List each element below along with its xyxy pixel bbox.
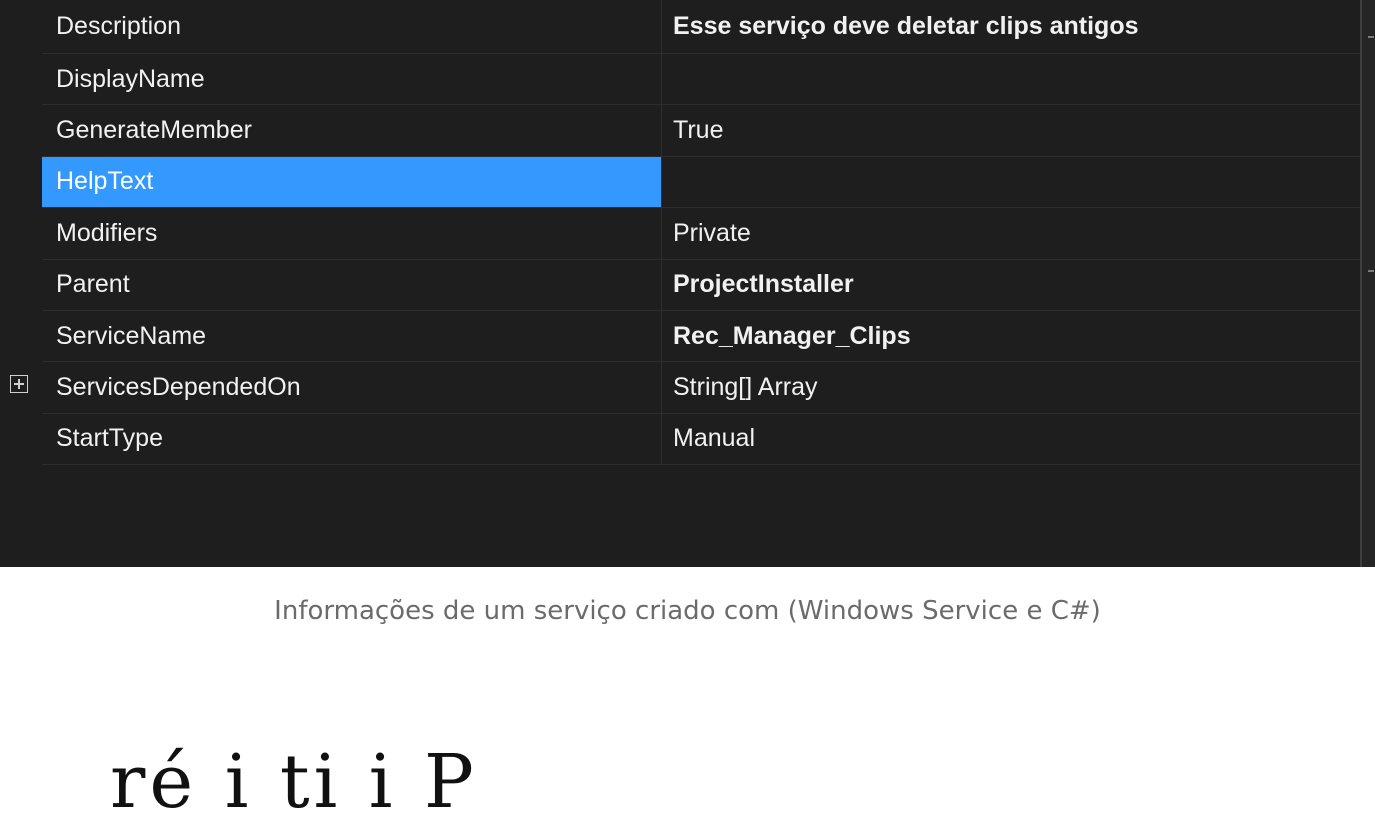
property-name: ServicesDependedOn: [42, 362, 662, 413]
property-name-selected: HelpText: [42, 156, 662, 208]
scrollbar-tick: [1368, 36, 1374, 38]
plus-box-icon[interactable]: [10, 375, 28, 393]
property-value[interactable]: [663, 157, 1360, 207]
property-row-modifiers[interactable]: Modifiers Private: [42, 208, 1360, 260]
property-value[interactable]: Manual: [663, 414, 1360, 464]
property-name: StartType: [42, 413, 662, 465]
property-value[interactable]: String[] Array: [663, 362, 1360, 412]
property-name: GenerateMember: [42, 105, 662, 156]
property-grid-screenshot: Description Esse serviço deve deletar cl…: [0, 0, 1375, 567]
property-value[interactable]: Esse serviço deve deletar clips antigos: [663, 0, 1360, 53]
property-name: Parent: [42, 259, 662, 310]
property-name: Description: [42, 0, 662, 53]
property-value[interactable]: Rec_Manager_Clips: [663, 311, 1360, 361]
vertical-scrollbar[interactable]: [1360, 0, 1375, 567]
property-row-description[interactable]: Description Esse serviço deve deletar cl…: [42, 0, 1360, 54]
property-row-starttype[interactable]: StartType Manual: [42, 413, 1360, 466]
property-row-generatemember[interactable]: GenerateMember True: [42, 105, 1360, 157]
property-row-displayname[interactable]: DisplayName: [42, 54, 1360, 106]
property-grid: Description Esse serviço deve deletar cl…: [42, 0, 1360, 466]
property-value[interactable]: Private: [663, 208, 1360, 258]
scrollbar-tick: [1368, 270, 1374, 272]
property-value[interactable]: True: [663, 105, 1360, 155]
image-caption: Informações de um serviço criado com (Wi…: [274, 596, 1101, 626]
cutoff-article-heading: ré i ti i P: [110, 739, 478, 825]
property-value[interactable]: [663, 54, 1360, 104]
property-row-helptext[interactable]: HelpText: [42, 156, 1360, 209]
property-row-servicesdependedon[interactable]: ServicesDependedOn String[] Array: [42, 362, 1360, 414]
property-row-parent[interactable]: Parent ProjectInstaller: [42, 259, 1360, 311]
property-name: Modifiers: [42, 208, 662, 259]
property-row-servicename[interactable]: ServiceName Rec_Manager_Clips: [42, 310, 1360, 363]
property-value[interactable]: ProjectInstaller: [663, 260, 1360, 310]
property-name: DisplayName: [42, 54, 662, 105]
property-name: ServiceName: [42, 310, 662, 362]
